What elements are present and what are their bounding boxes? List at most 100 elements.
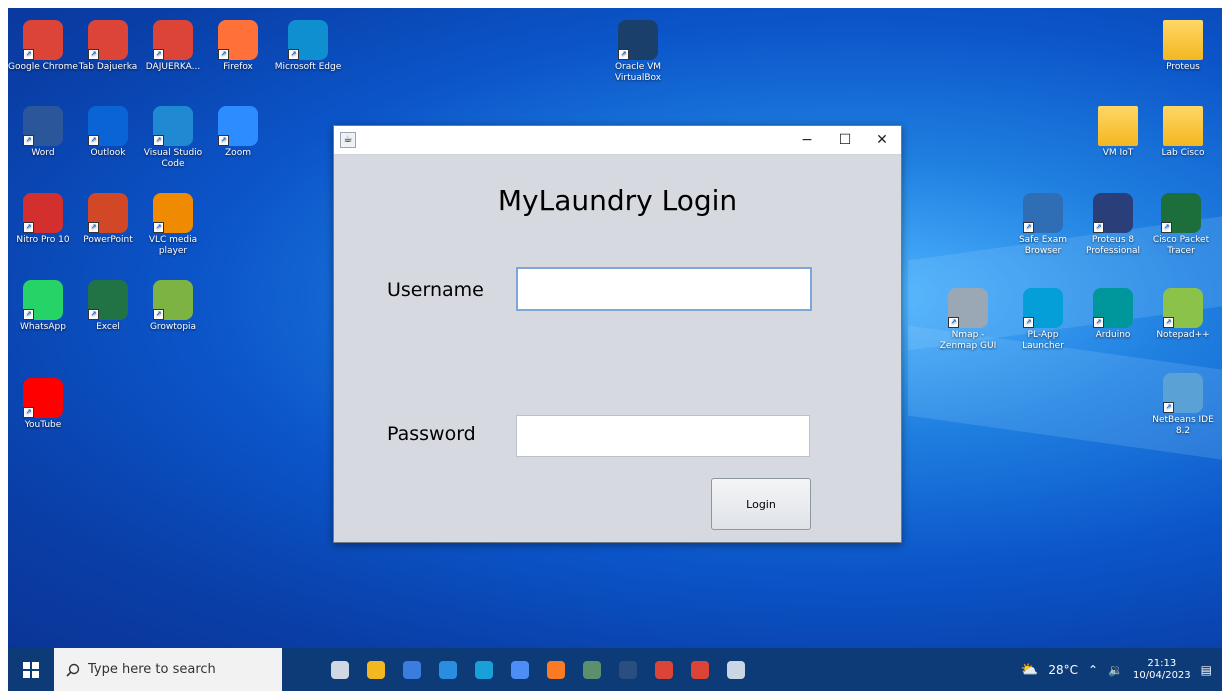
desktop-shortcut[interactable]: ↗ NetBeans IDE 8.2: [1148, 373, 1218, 437]
youtube-icon: ↗: [23, 378, 63, 418]
desktop-shortcut[interactable]: ↗ Nitro Pro 10: [8, 193, 78, 246]
shortcut-arrow-icon: ↗: [23, 49, 34, 60]
firefox-icon: ↗: [218, 20, 258, 60]
desktop-shortcut[interactable]: ↗ Outlook: [73, 106, 143, 159]
taskbar: Type here to search ⛅ 28°C ⌃ 🔉 21:13 10/…: [8, 648, 1222, 691]
weather-icon[interactable]: ⛅: [1021, 662, 1038, 678]
desktop-shortcut-label: Proteus 8 Professional: [1085, 235, 1141, 256]
shortcut-arrow-icon: ↗: [153, 135, 164, 146]
desktop-shortcut[interactable]: ↗ Safe Exam Browser: [1008, 193, 1078, 257]
desktop-shortcut[interactable]: ↗ Arduino: [1078, 288, 1148, 341]
nitro-icon: ↗: [23, 193, 63, 233]
taskbar-app-edge-icon[interactable]: [466, 648, 502, 691]
desktop-shortcut-label: Oracle VM VirtualBox: [614, 62, 662, 83]
taskbar-app-chrome-icon[interactable]: [646, 648, 682, 691]
desktop-shortcut[interactable]: Lab Cisco: [1148, 106, 1218, 159]
chrome-icon: ↗: [88, 20, 128, 60]
desktop-shortcut[interactable]: ↗ Oracle VM VirtualBox: [603, 20, 673, 84]
taskbar-app-virtualbox-icon[interactable]: [610, 648, 646, 691]
shortcut-arrow-icon: ↗: [218, 49, 229, 60]
desktop-shortcut[interactable]: ↗ Zoom: [203, 106, 273, 159]
shortcut-arrow-icon: ↗: [153, 309, 164, 320]
desktop-shortcut-label: Nitro Pro 10: [16, 235, 70, 245]
desktop-shortcut[interactable]: ↗ Excel: [73, 280, 143, 333]
desktop-shortcut[interactable]: ↗ PL-App Launcher: [1008, 288, 1078, 352]
desktop-shortcut[interactable]: ↗ VLC media player: [138, 193, 208, 257]
desktop-shortcut[interactable]: ↗ Proteus 8 Professional: [1078, 193, 1148, 257]
folder-icon: [1163, 106, 1203, 146]
search-icon: [66, 663, 80, 677]
desktop-shortcut[interactable]: Proteus: [1148, 20, 1218, 73]
desktop-shortcut[interactable]: VM IoT: [1083, 106, 1153, 159]
desktop-shortcut-label: Growtopia: [149, 322, 197, 332]
username-input[interactable]: [516, 267, 812, 311]
chevron-up-icon[interactable]: ⌃: [1088, 663, 1098, 677]
search-box[interactable]: Type here to search: [54, 648, 282, 691]
folder-icon: [1163, 20, 1203, 60]
notification-icon[interactable]: ▤: [1201, 663, 1212, 677]
desktop-shortcut[interactable]: ↗ Visual Studio Code: [138, 106, 208, 170]
notepadpp-icon: ↗: [1163, 288, 1203, 328]
desktop-shortcut[interactable]: ↗ DAJUERKA...: [138, 20, 208, 73]
taskbar-app-chrome-icon[interactable]: [682, 648, 718, 691]
desktop-shortcut[interactable]: ↗ Growtopia: [138, 280, 208, 333]
folder-icon: [1098, 106, 1138, 146]
desktop-shortcut[interactable]: ↗ PowerPoint: [73, 193, 143, 246]
desktop-shortcut[interactable]: ↗ Microsoft Edge: [273, 20, 343, 73]
desktop-shortcut[interactable]: ↗ Cisco Packet Tracer: [1146, 193, 1216, 257]
taskbar-app-copilot-icon[interactable]: [502, 648, 538, 691]
volume-icon[interactable]: 🔉: [1108, 663, 1123, 677]
zoom-icon: ↗: [218, 106, 258, 146]
desktop-shortcut-label: DAJUERKA...: [145, 62, 201, 72]
weather-temperature[interactable]: 28°C: [1048, 663, 1078, 677]
desktop-shortcut-label: Zoom: [225, 148, 251, 158]
start-button[interactable]: [8, 648, 54, 691]
desktop-shortcut[interactable]: ↗ Google Chrome: [8, 20, 78, 73]
desktop-shortcut-label: Outlook: [90, 148, 126, 158]
vlc-icon: ↗: [153, 193, 193, 233]
taskbar-app-store-icon[interactable]: [394, 648, 430, 691]
close-button[interactable]: ✕: [864, 126, 900, 154]
taskbar-app-java-icon[interactable]: [718, 648, 754, 691]
taskbar-app-app-icon[interactable]: [574, 648, 610, 691]
chrome-icon: [655, 660, 673, 679]
password-input[interactable]: [516, 415, 810, 457]
shortcut-arrow-icon: ↗: [1161, 222, 1172, 233]
taskbar-app-task-view-icon[interactable]: [322, 648, 358, 691]
desktop-shortcut-label: Microsoft Edge: [274, 62, 342, 72]
taskbar-app-file-explorer-icon[interactable]: [358, 648, 394, 691]
arduino-icon: ↗: [1093, 288, 1133, 328]
shortcut-arrow-icon: ↗: [23, 135, 34, 146]
desktop-shortcut[interactable]: ↗ Firefox: [203, 20, 273, 73]
taskbar-app-mail-icon[interactable]: [430, 648, 466, 691]
shortcut-arrow-icon: ↗: [1093, 317, 1104, 328]
minimize-button[interactable]: −: [789, 126, 825, 154]
window-titlebar[interactable]: ☕ − ☐ ✕: [334, 126, 901, 155]
whatsapp-icon: ↗: [23, 280, 63, 320]
desktop-shortcut-label: Firefox: [223, 62, 253, 72]
desktop-shortcut[interactable]: ↗ WhatsApp: [8, 280, 78, 333]
desktop-shortcut-label: Google Chrome: [8, 62, 78, 72]
login-button[interactable]: Login: [711, 478, 811, 530]
shortcut-arrow-icon: ↗: [1023, 222, 1034, 233]
desktop-shortcut-label: PowerPoint: [83, 235, 133, 245]
desktop-shortcut[interactable]: ↗ Nmap - Zenmap GUI: [933, 288, 1003, 352]
shortcut-arrow-icon: ↗: [88, 49, 99, 60]
shortcut-arrow-icon: ↗: [1023, 317, 1034, 328]
xampp-icon: [547, 660, 565, 679]
password-label: Password: [387, 423, 476, 445]
desktop-shortcut[interactable]: ↗ YouTube: [8, 378, 78, 431]
powerpoint-icon: ↗: [88, 193, 128, 233]
virtualbox-icon: [619, 660, 637, 679]
desktop-shortcut-label: VM IoT: [1102, 148, 1134, 158]
maximize-button[interactable]: ☐: [827, 126, 863, 154]
desktop-shortcut[interactable]: ↗ Notepad++: [1148, 288, 1218, 341]
desktop-shortcut[interactable]: ↗ Word: [8, 106, 78, 159]
desktop-shortcut[interactable]: ↗ Tab Dajuerka: [73, 20, 143, 73]
clock[interactable]: 21:13 10/04/2023: [1133, 658, 1191, 682]
shortcut-arrow-icon: ↗: [1163, 402, 1174, 413]
desktop-shortcut-label: PL-App Launcher: [1022, 330, 1064, 351]
taskbar-app-xampp-icon[interactable]: [538, 648, 574, 691]
outlook-icon: ↗: [88, 106, 128, 146]
clock-date: 10/04/2023: [1133, 669, 1191, 681]
